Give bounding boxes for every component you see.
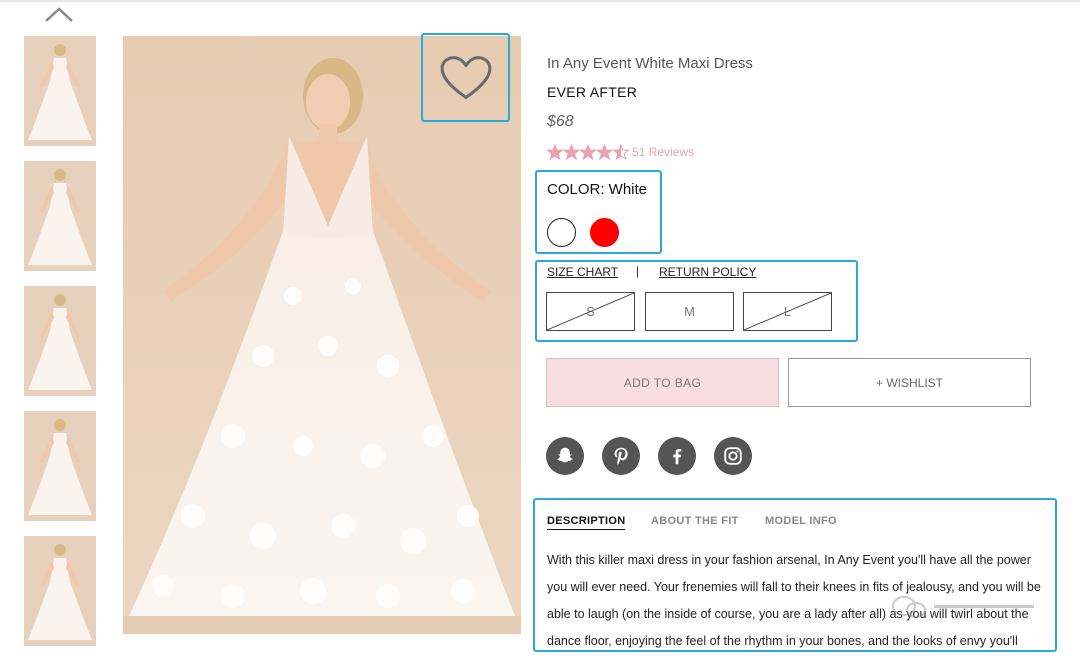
- facebook-button[interactable]: [658, 437, 696, 475]
- red-swatch[interactable]: [590, 218, 619, 247]
- snapchat-button[interactable]: [546, 437, 584, 475]
- tab-about-the-fit[interactable]: ABOUT THE FIT: [651, 515, 739, 527]
- thumbnail-scroll-up-icon[interactable]: [44, 5, 74, 25]
- rating-row: 51 Reviews: [547, 144, 694, 160]
- favorite-heart-button[interactable]: [421, 33, 510, 122]
- color-label: COLOR: White: [547, 181, 648, 198]
- thumbnail-1[interactable]: [24, 36, 96, 146]
- snapchat-icon: [557, 447, 573, 463]
- size-l-button[interactable]: L: [743, 292, 832, 331]
- thumbnail-4[interactable]: [24, 411, 96, 521]
- product-brand: EVER AFTER: [547, 84, 638, 100]
- size-s-button[interactable]: S: [546, 292, 635, 331]
- reviews-link[interactable]: 51 Reviews: [632, 145, 694, 159]
- instagram-icon: [724, 447, 742, 465]
- product-main-image: [123, 36, 521, 634]
- white-swatch[interactable]: [547, 218, 576, 247]
- tab-description[interactable]: DESCRIPTION: [547, 515, 626, 530]
- rating-star: [547, 144, 564, 160]
- heart-icon: [440, 55, 491, 99]
- thumbnail-3[interactable]: [24, 286, 96, 396]
- rating-star: [562, 144, 581, 160]
- product-title: In Any Event White Maxi Dress: [547, 55, 753, 72]
- product-price: $68: [547, 113, 574, 130]
- top-divider: [0, 0, 1080, 2]
- thumbnail-2[interactable]: [24, 161, 96, 271]
- description-text: With this killer maxi dress in your fash…: [547, 553, 1041, 648]
- instagram-button[interactable]: [714, 437, 752, 475]
- rating-star: [612, 144, 630, 160]
- thumbnail-5[interactable]: [24, 536, 96, 646]
- pinterest-button[interactable]: [602, 437, 640, 475]
- rating-star: [579, 144, 597, 160]
- size-m-label: M: [684, 304, 695, 319]
- wishlist-button[interactable]: + WISHLIST: [788, 358, 1031, 407]
- rating-stars-icon: [547, 144, 630, 160]
- pinterest-icon: [614, 447, 628, 465]
- return-policy-link[interactable]: RETURN POLICY: [659, 265, 756, 279]
- size-m-button[interactable]: M: [645, 292, 734, 331]
- tab-model-info[interactable]: MODEL INFO: [765, 515, 837, 527]
- add-to-bag-button[interactable]: ADD TO BAG: [546, 358, 779, 407]
- size-chart-link[interactable]: SIZE CHART: [547, 265, 618, 279]
- rating-star: [595, 144, 614, 160]
- facebook-icon: [673, 448, 682, 465]
- link-separator: |: [636, 264, 640, 278]
